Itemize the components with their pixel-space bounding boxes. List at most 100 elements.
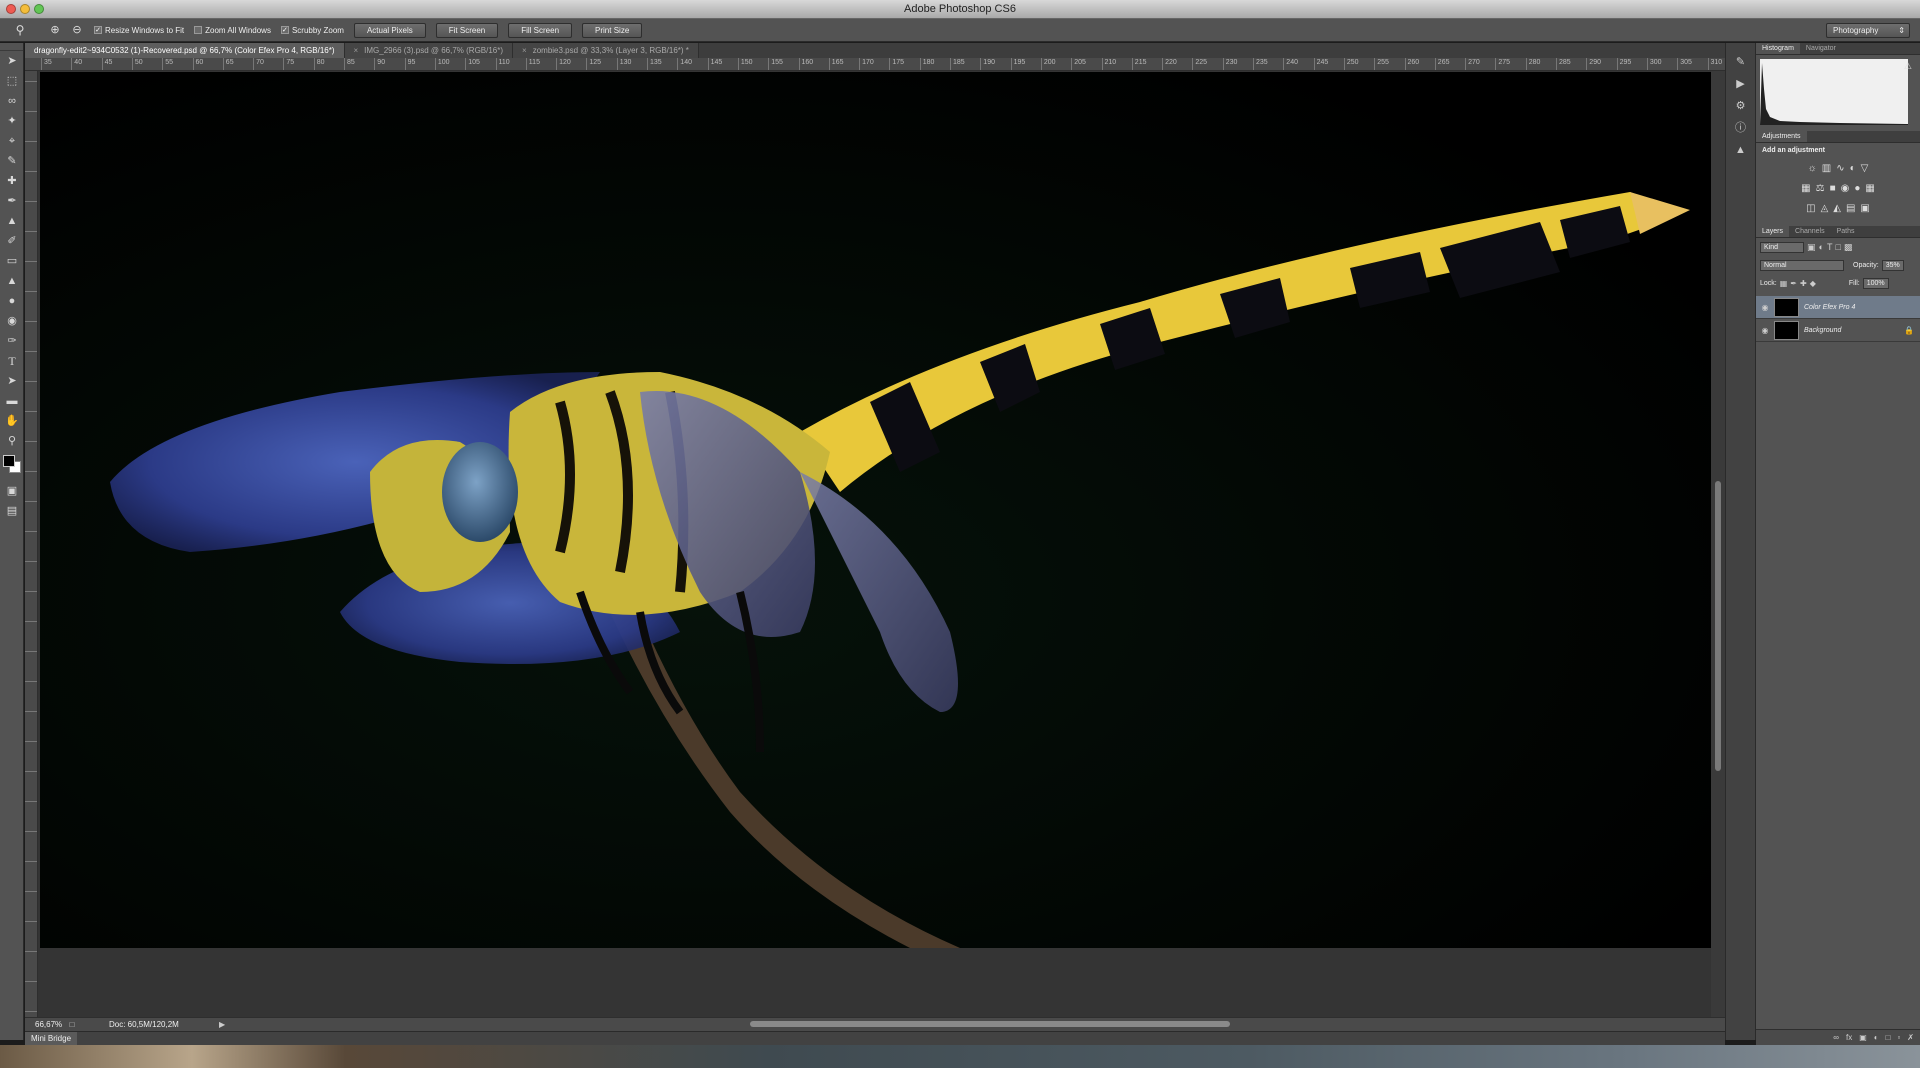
status-page-icon[interactable]: □ xyxy=(65,1020,79,1029)
zoom-icon[interactable]: ⚲ xyxy=(12,22,28,38)
blur-tool-icon[interactable]: ● xyxy=(0,291,24,311)
tab-layers[interactable]: Layers xyxy=(1756,226,1790,237)
horizontal-scroll-thumb[interactable] xyxy=(750,1021,1230,1027)
black-white-icon[interactable]: ■ xyxy=(1830,183,1836,194)
lock-all-icon[interactable]: ◆ xyxy=(1810,279,1816,288)
vertical-scroll-thumb[interactable] xyxy=(1715,481,1721,771)
color-lookup-icon[interactable]: ▦ xyxy=(1865,183,1874,194)
cache-warning-icon[interactable]: ⚠ xyxy=(1904,61,1912,72)
shape-filter-icon[interactable]: □ xyxy=(1835,242,1840,252)
workspace-switcher[interactable]: Photography ⇕ xyxy=(1826,23,1910,38)
crop-tool-icon[interactable]: ⌖ xyxy=(0,131,24,151)
new-group-icon[interactable]: □ xyxy=(1886,1033,1891,1042)
history-panel-icon[interactable]: ✎ xyxy=(1726,51,1755,73)
vertical-scrollbar[interactable] xyxy=(1711,71,1725,1017)
brush-tool-icon[interactable]: ✒ xyxy=(0,191,24,211)
exposure-icon[interactable]: ◐ xyxy=(1850,163,1856,174)
print-size-button[interactable]: Print Size xyxy=(582,22,643,38)
tab-paths[interactable]: Paths xyxy=(1831,226,1861,237)
levels-icon[interactable]: ▥ xyxy=(1822,163,1831,174)
properties-panel-icon[interactable]: ⚙ xyxy=(1726,95,1755,117)
smart-object-filter-icon[interactable]: ▩ xyxy=(1844,242,1853,253)
lasso-tool-icon[interactable]: ∞ xyxy=(0,91,24,111)
path-select-tool-icon[interactable]: ➤ xyxy=(0,371,24,391)
visibility-eye-icon[interactable]: ◉ xyxy=(1756,326,1774,335)
layer-row[interactable]: ◉ Background 🔒 xyxy=(1756,319,1920,342)
resize-windows-checkbox[interactable]: ✓ Resize Windows to Fit xyxy=(94,26,184,35)
fill-screen-button[interactable]: Fill Screen xyxy=(508,22,573,38)
eyedropper-tool-icon[interactable]: ✎ xyxy=(0,151,24,171)
actual-pixels-button[interactable]: Actual Pixels xyxy=(353,22,426,38)
document-canvas[interactable] xyxy=(40,72,1711,948)
tab-navigator[interactable]: Navigator xyxy=(1800,43,1842,54)
zoom-out-icon[interactable]: ⊖ xyxy=(70,23,84,37)
selective-color-icon[interactable]: ▣ xyxy=(1860,203,1869,214)
history-brush-tool-icon[interactable]: ✐ xyxy=(0,231,24,251)
visibility-eye-icon[interactable]: ◉ xyxy=(1756,303,1774,312)
invert-icon[interactable]: ◫ xyxy=(1806,203,1815,214)
clone-source-panel-icon[interactable]: ▲ xyxy=(1726,139,1755,161)
pixel-filter-icon[interactable]: ▣ xyxy=(1807,242,1816,253)
layer-kind-filter[interactable]: Kind xyxy=(1760,241,1804,253)
shape-tool-icon[interactable]: ▬ xyxy=(0,391,24,411)
zoom-all-windows-checkbox[interactable]: Zoom All Windows xyxy=(194,26,271,35)
move-tool-icon[interactable]: ➤ xyxy=(0,51,24,71)
tab-adjustments[interactable]: Adjustments xyxy=(1756,131,1807,142)
actions-panel-icon[interactable]: ▶ xyxy=(1726,73,1755,95)
quick-mask-icon[interactable]: ▣ xyxy=(0,481,24,501)
vibrance-icon[interactable]: ▽ xyxy=(1861,163,1869,174)
minimize-window-button[interactable] xyxy=(20,4,30,14)
photo-filter-icon[interactable]: ◉ xyxy=(1841,183,1850,194)
lock-image-icon[interactable]: ✒ xyxy=(1790,279,1797,288)
new-layer-icon[interactable]: ▫ xyxy=(1897,1033,1900,1042)
zoom-tool-icon[interactable]: ⚲ xyxy=(0,431,24,451)
lock-transparent-icon[interactable]: ▦ xyxy=(1780,279,1788,288)
threshold-icon[interactable]: ◭ xyxy=(1833,203,1841,214)
quick-select-tool-icon[interactable]: ✦ xyxy=(0,111,24,131)
type-filter-icon[interactable]: T xyxy=(1827,242,1833,252)
color-balance-icon[interactable]: ⚖ xyxy=(1816,183,1825,194)
zoom-level[interactable]: 66,67% xyxy=(25,1020,65,1029)
channel-mixer-icon[interactable]: ● xyxy=(1854,183,1860,194)
curves-icon[interactable]: ∿ xyxy=(1836,163,1844,174)
pen-tool-icon[interactable]: ✑ xyxy=(0,331,24,351)
status-menu-arrow-icon[interactable]: ▶ xyxy=(219,1020,225,1029)
foreground-color-swatch[interactable] xyxy=(3,455,15,467)
blend-mode-select[interactable]: Normal xyxy=(1760,259,1844,271)
delete-layer-icon[interactable]: ✗ xyxy=(1907,1033,1914,1042)
hue-saturation-icon[interactable]: ▦ xyxy=(1801,183,1810,194)
document-tab[interactable]: dragonfly-edit2~934C0532 (1)-Recovered.p… xyxy=(25,43,345,58)
screen-mode-icon[interactable]: ▤ xyxy=(0,501,24,521)
tab-channels[interactable]: Channels xyxy=(1789,226,1831,237)
healing-brush-tool-icon[interactable]: ✚ xyxy=(0,171,24,191)
paint-bucket-tool-icon[interactable]: ▲ xyxy=(0,271,24,291)
marquee-tool-icon[interactable]: ⬚ xyxy=(0,71,24,91)
document-tab[interactable]: × zombie3.psd @ 33,3% (Layer 3, RGB/16*) … xyxy=(513,43,699,58)
mini-bridge-tab[interactable]: Mini Bridge xyxy=(25,1032,78,1045)
tab-histogram[interactable]: Histogram xyxy=(1756,43,1800,54)
gradient-map-icon[interactable]: ▤ xyxy=(1846,203,1855,214)
close-tab-icon[interactable]: × xyxy=(354,43,359,58)
brightness-icon[interactable]: ☼ xyxy=(1808,163,1817,174)
panel-grip[interactable] xyxy=(0,43,23,51)
info-panel-icon[interactable]: ⓘ xyxy=(1726,117,1755,139)
posterize-icon[interactable]: ◬ xyxy=(1821,203,1829,214)
close-tab-icon[interactable]: × xyxy=(522,43,527,58)
document-tab[interactable]: × IMG_2966 (3).psd @ 66,7% (RGB/16*) xyxy=(344,43,514,58)
zoom-window-button[interactable] xyxy=(34,4,44,14)
dodge-tool-icon[interactable]: ◉ xyxy=(0,311,24,331)
hand-tool-icon[interactable]: ✋ xyxy=(0,411,24,431)
scrubby-zoom-checkbox[interactable]: ✓ Scrubby Zoom xyxy=(280,26,344,35)
adjustment-filter-icon[interactable]: ◐ xyxy=(1819,242,1824,252)
fit-screen-button[interactable]: Fit Screen xyxy=(435,22,499,38)
close-window-button[interactable] xyxy=(6,4,16,14)
type-tool-icon[interactable]: T xyxy=(0,351,24,371)
layer-row[interactable]: ◉ Color Efex Pro 4 xyxy=(1756,296,1920,319)
fill-input[interactable]: 100% xyxy=(1862,277,1889,289)
layer-style-icon[interactable]: fx xyxy=(1846,1033,1852,1042)
add-mask-icon[interactable]: ▣ xyxy=(1859,1033,1867,1042)
eraser-tool-icon[interactable]: ▭ xyxy=(0,251,24,271)
opacity-input[interactable]: 35% xyxy=(1881,259,1904,271)
clone-stamp-tool-icon[interactable]: ▲ xyxy=(0,211,24,231)
new-adjustment-icon[interactable]: ◐ xyxy=(1874,1033,1879,1042)
